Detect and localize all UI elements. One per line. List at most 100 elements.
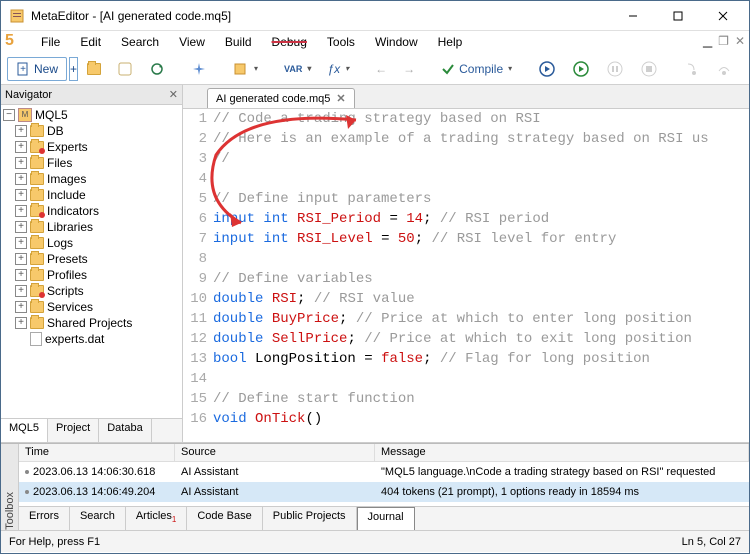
log-row[interactable]: 2023.06.13 14:06:49.204AI Assistant404 t…	[19, 482, 749, 502]
tree-expand-icon[interactable]: +	[15, 189, 27, 201]
step-into-button[interactable]	[677, 56, 707, 82]
tree-expand-icon[interactable]: +	[15, 173, 27, 185]
menu-view[interactable]: View	[169, 33, 215, 51]
minimize-button[interactable]	[610, 1, 655, 30]
nav-tab-database[interactable]: Databa	[99, 419, 151, 442]
toolbox-label: Toolbox	[4, 486, 16, 530]
tree-expand-icon[interactable]: +	[15, 285, 27, 297]
tree-item[interactable]: experts.dat	[1, 331, 182, 347]
mdi-minimize-icon[interactable]: ▁	[703, 34, 712, 48]
tree-expand-icon[interactable]: +	[15, 237, 27, 249]
editor-tab-label: AI generated code.mq5	[216, 93, 330, 105]
tree-item[interactable]: + Include	[1, 187, 182, 203]
tree-expand-icon[interactable]: +	[15, 221, 27, 233]
forward-button[interactable]: →	[396, 57, 422, 81]
log-tab-articles[interactable]: Articles1	[126, 507, 188, 530]
log-col-time[interactable]: Time	[19, 444, 175, 461]
start-button[interactable]	[565, 55, 597, 83]
tree-item[interactable]: + Logs	[1, 235, 182, 251]
tree-item[interactable]: + Libraries	[1, 219, 182, 235]
compile-button[interactable]: Compile▾	[434, 57, 519, 81]
tree-root[interactable]: −MMQL5	[1, 107, 182, 123]
tree-expand-icon[interactable]: +	[15, 317, 27, 329]
tree-label: Logs	[47, 236, 73, 250]
stop-button[interactable]	[633, 55, 665, 83]
tree-item[interactable]: +Scripts	[1, 283, 182, 299]
log-col-source[interactable]: Source	[175, 444, 375, 461]
tree-expand-icon[interactable]: +	[15, 269, 27, 281]
play-circle-icon	[538, 60, 556, 78]
new-button[interactable]: +New	[7, 57, 67, 81]
menu-help[interactable]: Help	[428, 33, 473, 51]
nav-tab-project[interactable]: Project	[48, 419, 99, 442]
menu-edit[interactable]: Edit	[70, 33, 111, 51]
log-tab-codebase[interactable]: Code Base	[187, 507, 262, 530]
tree-expand-icon[interactable]: +	[15, 125, 27, 137]
tree-label: Include	[47, 188, 86, 202]
save-icon	[117, 61, 133, 77]
class-button[interactable]: ▾	[226, 56, 265, 82]
tree-item[interactable]: +DB	[1, 123, 182, 139]
step-out-button[interactable]	[741, 56, 750, 82]
menu-tools[interactable]: Tools	[317, 33, 365, 51]
menu-build[interactable]: Build	[215, 33, 262, 51]
step-over-button[interactable]	[709, 56, 739, 82]
pause-button[interactable]	[599, 55, 631, 83]
tree-item[interactable]: +Experts	[1, 139, 182, 155]
back-button[interactable]: ←	[368, 57, 394, 81]
log-rows[interactable]: 2023.06.13 14:06:30.618AI Assistant"MQL5…	[19, 462, 749, 506]
class-icon	[233, 61, 249, 77]
folder-icon	[30, 253, 44, 265]
tree-expand-icon[interactable]: +	[15, 205, 27, 217]
log-row[interactable]: 2023.06.13 14:06:30.618AI Assistant"MQL5…	[19, 462, 749, 482]
tree-expand-icon[interactable]: +	[15, 301, 27, 313]
toolbox-side-label[interactable]: Toolbox	[1, 444, 19, 530]
var-button[interactable]: VAR▾	[277, 59, 318, 79]
fx-button[interactable]: ƒx▾	[320, 57, 356, 81]
nav-tab-mql5[interactable]: MQL5	[1, 419, 48, 442]
log-tab-search[interactable]: Search	[70, 507, 126, 530]
tree-item[interactable]: +Profiles	[1, 267, 182, 283]
check-icon	[441, 62, 455, 76]
menu-search[interactable]: Search	[111, 33, 169, 51]
tree-collapse-icon[interactable]: −	[3, 109, 15, 121]
folder-icon	[87, 63, 101, 75]
open-folder-button[interactable]	[80, 58, 108, 80]
mdi-close-icon[interactable]: ✕	[735, 34, 745, 48]
tree-expand-icon[interactable]: +	[15, 157, 27, 169]
code-editor[interactable]: 1// Code a trading strategy based on RSI…	[183, 109, 749, 442]
editor-tab[interactable]: AI generated code.mq5 ✕	[207, 88, 355, 108]
log-tab-journal[interactable]: Journal	[357, 507, 415, 530]
tree-item[interactable]: +Presets	[1, 251, 182, 267]
menu-window[interactable]: Window	[365, 33, 428, 51]
tree-label: Files	[47, 156, 72, 170]
close-button[interactable]	[700, 1, 745, 30]
tree-item[interactable]: + Services	[1, 299, 182, 315]
tree-expand-icon[interactable]: +	[15, 141, 27, 153]
editor-area: AI generated code.mq5 ✕ 1// Code a tradi…	[183, 85, 749, 442]
log-tab-errors[interactable]: Errors	[19, 507, 70, 530]
panel-close-button[interactable]: ✕	[169, 88, 178, 101]
menu-file[interactable]: File	[31, 33, 70, 51]
mdi-restore-icon[interactable]: ❐	[718, 34, 729, 48]
maximize-button[interactable]	[655, 1, 700, 30]
log-col-message[interactable]: Message	[375, 444, 749, 461]
tree-label: Libraries	[47, 220, 93, 234]
menu-debug[interactable]: Debug	[262, 33, 317, 51]
tree-item[interactable]: +Indicators	[1, 203, 182, 219]
debug-start-button[interactable]	[531, 55, 563, 83]
tree-item[interactable]: + Files	[1, 155, 182, 171]
tree-label: Services	[47, 300, 93, 314]
tree-expand-icon[interactable]: +	[15, 253, 27, 265]
log-tab-public[interactable]: Public Projects	[263, 507, 357, 530]
ai-sparkle-button[interactable]	[184, 56, 214, 82]
new-plus-button[interactable]: +	[69, 57, 78, 81]
folder-icon	[30, 189, 44, 201]
navigator-tree[interactable]: −MMQL5 +DB+Experts+Files+Images+Include+…	[1, 105, 182, 418]
refresh-button[interactable]	[142, 56, 172, 82]
tree-item[interactable]: +Images	[1, 171, 182, 187]
folder-icon	[30, 269, 44, 281]
tab-close-button[interactable]: ✕	[336, 92, 345, 105]
tree-item[interactable]: +Shared Projects	[1, 315, 182, 331]
save-button[interactable]	[110, 56, 140, 82]
